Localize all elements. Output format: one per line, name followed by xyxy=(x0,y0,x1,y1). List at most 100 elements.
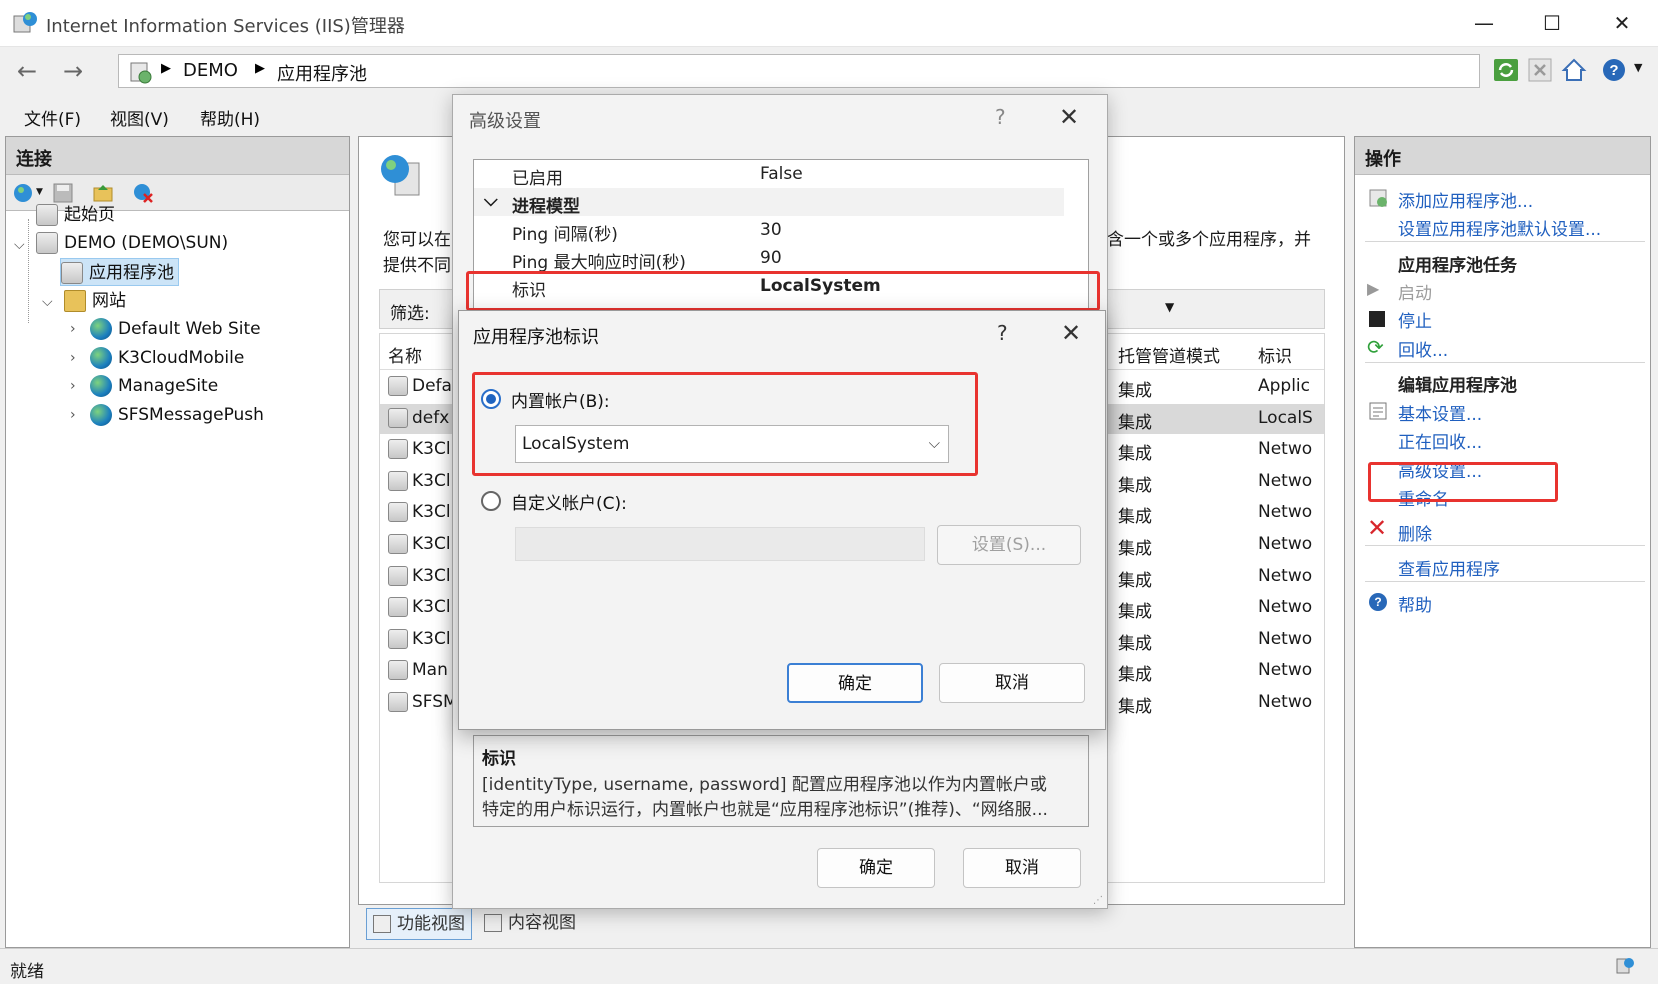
delete-icon: ✕ xyxy=(1367,514,1388,542)
select-value: LocalSystem xyxy=(522,434,630,454)
chevron-right-icon[interactable]: › xyxy=(70,350,76,366)
chevron-down-icon[interactable]: ⌵ xyxy=(484,190,498,211)
tree-sites[interactable]: 网站 xyxy=(64,287,126,315)
advanced-settings-link[interactable]: 高级设置... xyxy=(1398,457,1482,482)
filter-dropdown-icon[interactable]: ▼ xyxy=(1165,300,1174,314)
chevron-right-icon[interactable]: › xyxy=(70,321,76,337)
globe-icon xyxy=(90,375,112,397)
cell-name: K3Cl xyxy=(412,565,451,586)
builtin-account-select[interactable]: LocalSystem ⌵ xyxy=(515,425,949,463)
crumb-app-pools[interactable]: 应用程序池 xyxy=(277,60,367,86)
view-applications-link[interactable]: 查看应用程序 xyxy=(1398,555,1500,580)
stop-icon[interactable] xyxy=(1526,56,1554,84)
set-pool-defaults-link[interactable]: 设置应用程序池默认设置... xyxy=(1398,215,1601,240)
back-button[interactable]: ← xyxy=(10,57,44,87)
tree-site-default[interactable]: Default Web Site xyxy=(90,315,261,343)
edit-pool-heading: 编辑应用程序池 xyxy=(1398,376,1517,396)
identity-cancel-button[interactable]: 取消 xyxy=(939,663,1085,703)
tree-label: 网站 xyxy=(92,291,126,311)
close-window-button[interactable]: ✕ xyxy=(1602,8,1642,38)
chevron-down-icon[interactable]: ⌵ xyxy=(14,237,25,253)
custom-account-field xyxy=(515,527,925,561)
chevron-right-icon[interactable]: › xyxy=(70,378,76,394)
adv-ok-button[interactable]: 确定 xyxy=(817,848,935,888)
menu-file[interactable]: 文件(F) xyxy=(24,105,81,130)
crumb-demo[interactable]: DEMO xyxy=(183,60,238,81)
connect-icon[interactable] xyxy=(12,182,34,204)
prop-row-ping-max-response[interactable]: Ping 最大响应时间(秒) 90 xyxy=(474,244,1064,273)
custom-account-radio[interactable] xyxy=(481,491,501,511)
recycle-link[interactable]: 回收... xyxy=(1398,336,1448,361)
column-identity[interactable]: 标识 xyxy=(1258,342,1292,367)
delete-link[interactable]: 删除 xyxy=(1398,520,1432,545)
divider xyxy=(1365,581,1645,582)
filter-label: 筛选: xyxy=(390,304,430,324)
tree-site-sfsmessagepush[interactable]: SFSMessagePush xyxy=(90,401,264,429)
cell-pipeline: 集成 xyxy=(1118,412,1152,433)
prop-category-process-model[interactable]: ⌵ 进程模型 xyxy=(474,188,1064,217)
rename-link[interactable]: 重命名 xyxy=(1398,485,1449,510)
builtin-account-radio[interactable] xyxy=(481,389,501,409)
dialog-close-button[interactable]: ✕ xyxy=(1061,319,1081,347)
prop-row-ping-interval[interactable]: Ping 间隔(秒) 30 xyxy=(474,216,1064,245)
column-name[interactable]: 名称 xyxy=(388,342,422,367)
disconnect-icon[interactable] xyxy=(132,182,154,204)
recycle-icon: ⟳ xyxy=(1367,335,1384,359)
cell-name: K3Cl xyxy=(412,502,451,523)
prop-key: Ping 最大响应时间(秒) xyxy=(512,253,686,273)
title-bar: Internet Information Services (IIS)管理器 —… xyxy=(0,0,1658,47)
set-credentials-button[interactable]: 设置(S)... xyxy=(937,525,1081,565)
tree-start-page[interactable]: 起始页 xyxy=(36,201,115,229)
cell-identity: Netwo xyxy=(1258,470,1313,491)
dialog-help-button[interactable]: ? xyxy=(997,321,1008,345)
chevron-down-icon: ⌵ xyxy=(928,434,940,452)
forward-button[interactable]: → xyxy=(56,57,90,87)
cell-pipeline: 集成 xyxy=(1118,444,1152,465)
tree-app-pools[interactable]: 应用程序池 xyxy=(60,258,179,286)
chevron-right-icon[interactable]: › xyxy=(70,407,76,423)
tree-label: ManageSite xyxy=(118,376,219,396)
server-icon xyxy=(36,232,58,254)
app-pools-header-icon xyxy=(381,155,420,196)
refresh-icon[interactable] xyxy=(1492,56,1520,84)
column-pipeline[interactable]: 托管管道模式 xyxy=(1118,342,1220,367)
app-pool-icon xyxy=(388,376,408,396)
tab-content-view[interactable]: 内容视图 xyxy=(478,908,588,940)
connect-dropdown-icon[interactable]: ▼ xyxy=(36,187,43,197)
help-dropdown-icon[interactable]: ▼ xyxy=(1634,61,1642,74)
basic-settings-link[interactable]: 基本设置... xyxy=(1398,400,1482,425)
recycling-link[interactable]: 正在回收... xyxy=(1398,428,1482,453)
app-pool-icon xyxy=(388,470,408,491)
start-link[interactable]: 启动 xyxy=(1398,279,1432,304)
tree-server-demo[interactable]: DEMO (DEMO\SUN) xyxy=(36,229,228,257)
start-icon: ▶ xyxy=(1367,279,1380,298)
cell-identity: Applic xyxy=(1258,376,1311,396)
resize-grip-icon[interactable]: ⋰ xyxy=(1093,895,1103,906)
chevron-down-icon[interactable]: ⌵ xyxy=(42,294,53,310)
help-link[interactable]: 帮助 xyxy=(1398,591,1432,616)
stop-link[interactable]: 停止 xyxy=(1398,307,1432,332)
minimize-button[interactable]: — xyxy=(1464,8,1504,38)
prop-row-identity[interactable]: 标识 LocalSystem xyxy=(474,272,1064,301)
home-icon[interactable] xyxy=(1560,56,1588,84)
prop-row-enabled[interactable]: 已启用 False xyxy=(474,160,1064,189)
globe-icon xyxy=(90,347,112,369)
add-app-pool-link[interactable]: 添加应用程序池... xyxy=(1398,187,1533,212)
maximize-button[interactable]: ☐ xyxy=(1532,8,1572,38)
dialog-help-button[interactable]: ? xyxy=(995,105,1006,129)
tree-site-managesite[interactable]: ManageSite xyxy=(90,372,218,400)
features-view-icon xyxy=(373,915,391,933)
tab-features-view[interactable]: 功能视图 xyxy=(366,908,472,940)
menu-help[interactable]: 帮助(H) xyxy=(200,105,260,130)
menu-view[interactable]: 视图(V) xyxy=(110,105,169,130)
address-field[interactable]: ▶ DEMO ▶ 应用程序池 xyxy=(118,54,1480,88)
identity-ok-button[interactable]: 确定 xyxy=(787,663,923,703)
help-icon[interactable]: ? xyxy=(1600,56,1628,84)
pool-tasks-heading: 应用程序池任务 xyxy=(1398,256,1517,276)
tree-site-k3cloudmobile[interactable]: K3CloudMobile xyxy=(90,344,244,372)
dialog-close-button[interactable]: ✕ xyxy=(1059,103,1079,131)
status-text: 就绪 xyxy=(10,962,44,982)
app-pool-icon xyxy=(388,407,408,428)
svg-text:?: ? xyxy=(1609,62,1618,79)
adv-cancel-button[interactable]: 取消 xyxy=(963,848,1081,888)
